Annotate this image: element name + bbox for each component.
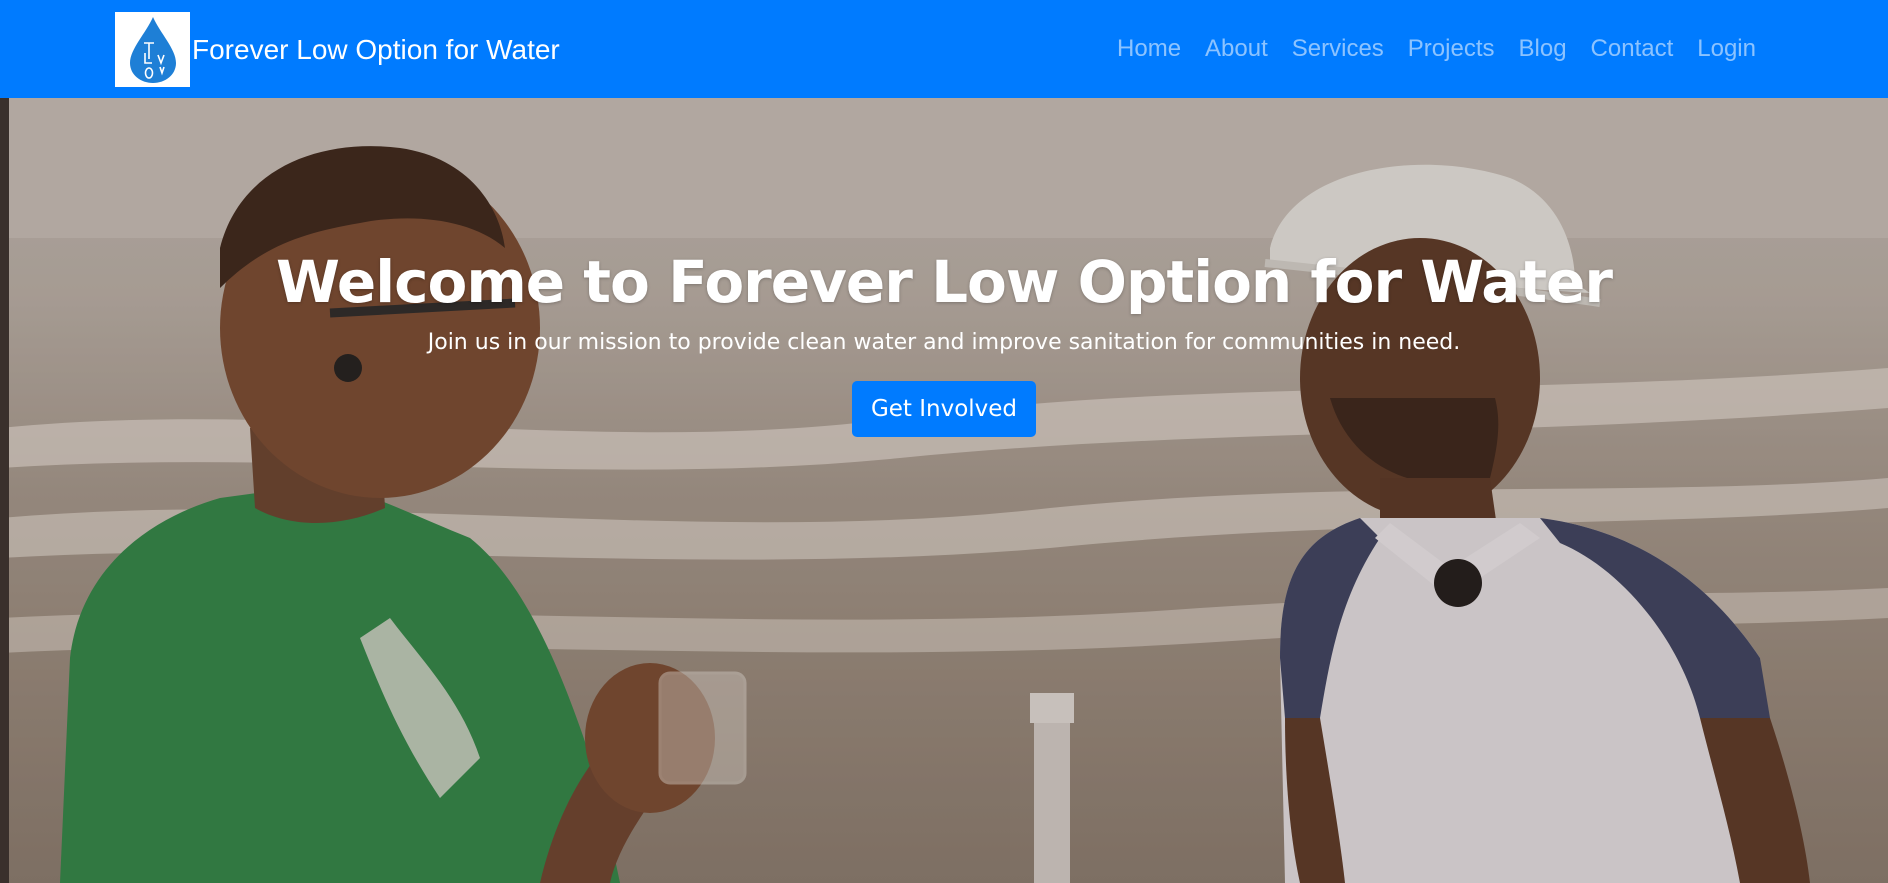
water-drop-icon xyxy=(129,16,176,83)
nav-link-home[interactable]: Home xyxy=(1105,35,1193,63)
navbar: Forever Low Option for Water Home About … xyxy=(0,0,1888,98)
hero-content: Welcome to Forever Low Option for Water … xyxy=(0,248,1888,437)
hero-subtitle: Join us in our mission to provide clean … xyxy=(427,330,1461,355)
nav-item-projects: Projects xyxy=(1396,35,1507,63)
brand-name: Forever Low Option for Water xyxy=(192,33,560,65)
nav-link-contact[interactable]: Contact xyxy=(1579,35,1686,63)
brand-logo xyxy=(115,12,190,87)
nav-link-blog[interactable]: Blog xyxy=(1507,35,1579,63)
nav-item-login: Login xyxy=(1685,35,1768,63)
hero-title: Welcome to Forever Low Option for Water xyxy=(275,248,1613,316)
nav-item-home: Home xyxy=(1105,35,1193,63)
nav-link-projects[interactable]: Projects xyxy=(1396,35,1507,63)
nav-link-about[interactable]: About xyxy=(1193,35,1280,63)
nav-item-about: About xyxy=(1193,35,1280,63)
hero-section: Welcome to Forever Low Option for Water … xyxy=(0,98,1888,883)
get-involved-button[interactable]: Get Involved xyxy=(851,381,1037,437)
hero-overlay xyxy=(0,98,1888,883)
nav-link-services[interactable]: Services xyxy=(1280,35,1396,63)
nav-item-services: Services xyxy=(1280,35,1396,63)
nav-item-contact: Contact xyxy=(1579,35,1686,63)
nav-menu: Home About Services Projects Blog Contac… xyxy=(1105,0,1768,98)
nav-link-login[interactable]: Login xyxy=(1685,35,1768,63)
nav-item-blog: Blog xyxy=(1507,35,1579,63)
brand-link[interactable]: Forever Low Option for Water xyxy=(115,12,560,87)
